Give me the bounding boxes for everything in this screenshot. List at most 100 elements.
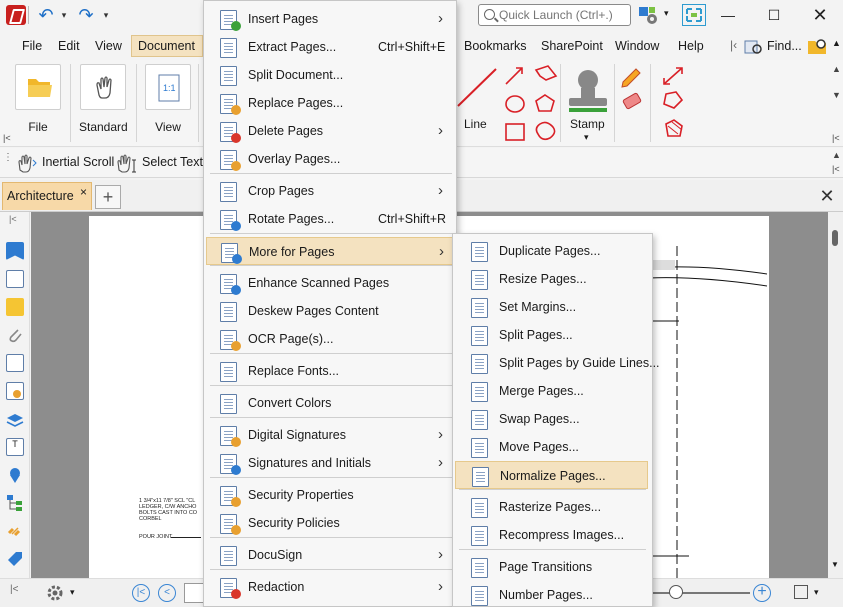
redo-dropdown-icon[interactable]: ▾ [96, 5, 116, 25]
ribbon-options-icon[interactable]: |< [832, 133, 840, 143]
line-tool-icon[interactable] [456, 66, 500, 116]
submenu-item-page-transitions[interactable]: Page Transitions [455, 553, 648, 581]
structure-icon[interactable] [6, 494, 24, 512]
menu-bookmarks[interactable]: Bookmarks [458, 35, 533, 57]
zoom-slider-thumb[interactable] [669, 585, 683, 599]
submenu-item-rasterize-pages[interactable]: Rasterize Pages... [455, 493, 648, 521]
previous-page-icon[interactable]: < [158, 584, 176, 602]
menu-item-enhance-scanned-pages[interactable]: Enhance Scanned Pages [206, 269, 454, 297]
menu-item-rotate-pages[interactable]: Rotate Pages... Ctrl+Shift+R [206, 205, 454, 233]
view-ribbon-button[interactable]: 1:1 View [144, 64, 192, 142]
submenu-item-set-margins[interactable]: Set Margins... [455, 293, 648, 321]
menu-window[interactable]: Window [609, 35, 665, 57]
fields-icon[interactable]: T [6, 438, 24, 456]
submenu-item-resize-pages[interactable]: Resize Pages... [455, 265, 648, 293]
find-button[interactable]: Find... [761, 35, 808, 57]
submenu-item-duplicate-pages[interactable]: Duplicate Pages... [455, 237, 648, 265]
menu-item-extract-pages[interactable]: Extract Pages... Ctrl+Shift+E [206, 33, 454, 61]
inertial-scroll-icon[interactable] [14, 152, 38, 174]
undo-dropdown-icon[interactable]: ▾ [54, 5, 74, 25]
menu-item-docusign[interactable]: DocuSign › [206, 541, 454, 569]
menu-item-convert-colors[interactable]: Convert Colors [206, 389, 454, 417]
maximize-button[interactable]: ☐ [751, 0, 797, 30]
menu-view[interactable]: View [89, 35, 128, 57]
page-layout-dropdown-icon[interactable]: ▾ [814, 587, 819, 598]
layers-icon[interactable] [6, 410, 24, 428]
inertial-scroll-button[interactable]: Inertial Scroll [42, 155, 114, 169]
ui-options-dropdown-icon[interactable]: ▾ [664, 8, 669, 19]
fullscreen-icon[interactable] [682, 4, 706, 26]
menu-item-replace-pages[interactable]: Replace Pages... [206, 89, 454, 117]
menu-item-insert-pages[interactable]: Insert Pages › [206, 5, 454, 33]
submenu-item-split-pages-by-guide-lines[interactable]: Split Pages by Guide Lines... [455, 349, 660, 377]
folder-search-icon[interactable] [806, 35, 830, 57]
quick-launch-search[interactable] [478, 4, 631, 26]
quick-launch-input[interactable] [499, 7, 627, 23]
submenu-item-merge-pages[interactable]: Merge Pages... [455, 377, 648, 405]
shape-tools-group[interactable] [502, 64, 562, 148]
menu-item-signatures-and-initials[interactable]: Signatures and Initials › [206, 449, 454, 477]
submenu-item-split-pages[interactable]: Split Pages... [455, 321, 648, 349]
submenu-item-move-pages[interactable]: Move Pages... [455, 433, 648, 461]
file-ribbon-button[interactable]: File [14, 64, 62, 142]
vertical-scrollbar[interactable]: ▼ [828, 212, 843, 578]
settings-dropdown-icon[interactable]: ▾ [70, 587, 75, 598]
redo-icon[interactable]: ↷ [76, 5, 96, 25]
submenu-item-swap-pages[interactable]: Swap Pages... [455, 405, 648, 433]
undo-icon[interactable]: ↶ [36, 5, 56, 25]
tags-icon[interactable] [6, 550, 24, 568]
menu-item-security-policies[interactable]: Security Policies [206, 509, 454, 537]
menu-help[interactable]: Help [672, 35, 710, 57]
menu-item-overlay-pages[interactable]: Overlay Pages... [206, 145, 454, 173]
zoom-slider-track[interactable] [650, 592, 750, 594]
layers-page-icon[interactable] [6, 354, 24, 372]
close-document-icon[interactable]: ✕ [814, 184, 840, 208]
thumbnails-icon[interactable] [6, 270, 24, 288]
toolbar-options-icon[interactable]: |< [832, 164, 840, 174]
scrollbar-thumb[interactable] [832, 230, 838, 246]
tab-architecture[interactable]: Architecture × [2, 182, 92, 210]
ui-options-icon[interactable] [637, 4, 661, 26]
ribbon-scroll-up-icon[interactable]: ▲ [832, 64, 841, 74]
select-text-button[interactable]: Select Text/ [142, 155, 206, 169]
menu-sharepoint[interactable]: SharePoint [535, 35, 609, 57]
select-text-icon[interactable] [114, 152, 140, 174]
menu-item-crop-pages[interactable]: Crop Pages › [206, 177, 454, 205]
rail-collapse-icon[interactable]: |< [9, 214, 17, 224]
menu-file[interactable]: File [16, 35, 48, 57]
minimize-button[interactable]: — [705, 0, 751, 30]
tab-close-icon[interactable]: × [80, 185, 87, 199]
submenu-item-recompress-images[interactable]: Recompress Images... [455, 521, 648, 549]
measure-tools-group[interactable] [660, 64, 688, 144]
group-launcher-icon[interactable]: |< [3, 133, 11, 143]
stamp-dropdown-icon[interactable]: ▾ [584, 132, 589, 143]
menu-item-digital-signatures[interactable]: Digital Signatures › [206, 421, 454, 449]
first-page-icon[interactable]: |< [132, 584, 150, 602]
menu-item-split-document[interactable]: Split Document... [206, 61, 454, 89]
standard-ribbon-button[interactable]: Standard [79, 64, 128, 142]
toolbar-scroll-up-icon[interactable]: ▲ [832, 150, 841, 160]
menu-document[interactable]: Document [131, 35, 203, 57]
menu-item-security-properties[interactable]: Security Properties [206, 481, 454, 509]
menu-edit[interactable]: Edit [52, 35, 86, 57]
links-icon[interactable] [6, 522, 24, 540]
page-number-input[interactable] [184, 583, 204, 603]
ribbon-scroll-down-icon[interactable]: ▼ [832, 90, 841, 100]
comments-icon[interactable] [6, 298, 24, 316]
submenu-item-number-pages[interactable]: Number Pages... [455, 581, 648, 607]
zoom-in-icon[interactable]: + [753, 584, 771, 602]
submenu-item-normalize-pages[interactable]: Normalize Pages... [455, 461, 648, 489]
pencil-eraser-tools[interactable] [620, 64, 646, 116]
content-icon[interactable] [6, 382, 24, 400]
menu-item-ocr-page-s[interactable]: OCR Page(s)... [206, 325, 454, 353]
menu-item-deskew-pages-content[interactable]: Deskew Pages Content [206, 297, 454, 325]
attachments-icon[interactable] [6, 326, 24, 344]
destinations-icon[interactable] [6, 466, 24, 484]
menu-item-replace-fonts[interactable]: Replace Fonts... [206, 357, 454, 385]
scroll-down-icon[interactable]: ▼ [831, 560, 839, 569]
page-layout-icon[interactable] [794, 585, 808, 599]
ribbon-collapse-icon[interactable]: ▲ [832, 38, 841, 48]
menu-item-redaction[interactable]: Redaction › [206, 573, 454, 601]
menu-item-delete-pages[interactable]: Delete Pages › [206, 117, 454, 145]
new-tab-button[interactable]: + [95, 185, 121, 209]
